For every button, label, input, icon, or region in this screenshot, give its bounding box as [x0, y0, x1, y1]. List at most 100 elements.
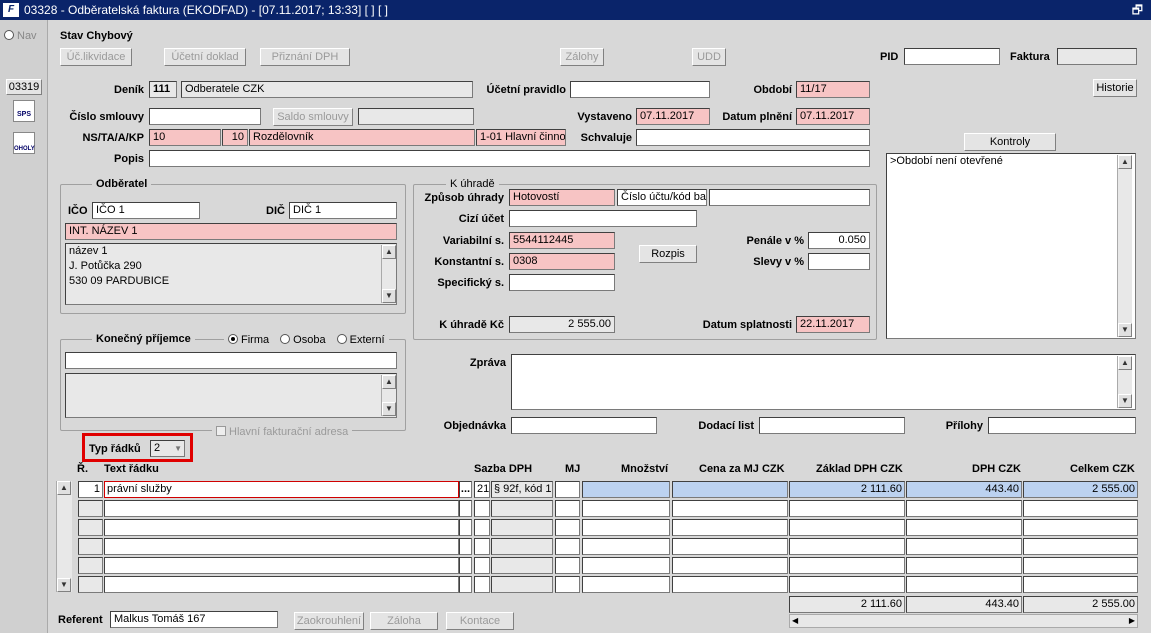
- radio-osoba[interactable]: Osoba: [280, 334, 326, 346]
- row1-zaklad[interactable]: 2 111.60: [789, 481, 905, 498]
- empty-cell[interactable]: [78, 519, 103, 536]
- empty-cell[interactable]: [459, 557, 472, 574]
- kontroly-button[interactable]: Kontroly: [964, 133, 1056, 151]
- empty-cell[interactable]: [104, 500, 459, 517]
- specificky-field[interactable]: [509, 274, 615, 291]
- empty-cell[interactable]: [78, 538, 103, 555]
- empty-cell[interactable]: [491, 557, 553, 574]
- empty-cell[interactable]: [1023, 557, 1138, 574]
- empty-cell[interactable]: [474, 500, 490, 517]
- address-field[interactable]: název 1 J. Potůčka 290 530 09 PARDUBICE: [65, 243, 397, 305]
- priznani-dph-button[interactable]: Přiznání DPH: [260, 48, 350, 66]
- scroll-down-icon[interactable]: ▼: [1118, 323, 1132, 337]
- empty-cell[interactable]: [789, 576, 905, 593]
- cislo-uctu-field[interactable]: Číslo účtu/kód bar: [617, 189, 707, 206]
- denik-code[interactable]: 111: [149, 81, 177, 98]
- empty-cell[interactable]: [582, 576, 670, 593]
- typ-radku-select[interactable]: 2 ▼: [150, 440, 185, 457]
- empty-cell[interactable]: [582, 538, 670, 555]
- prijemce-scrollbar[interactable]: ▲ ▼: [381, 375, 396, 416]
- kp-field[interactable]: 1-01 Hlavní činnos: [476, 129, 566, 146]
- restore-icon[interactable]: 🗗: [1132, 0, 1143, 20]
- ucetni-doklad-button[interactable]: Účetní doklad: [164, 48, 246, 66]
- cizi-ucet-field[interactable]: [509, 210, 697, 227]
- dic-field[interactable]: DIČ 1: [289, 202, 397, 219]
- empty-cell[interactable]: [104, 519, 459, 536]
- scroll-right-icon[interactable]: ▶: [1129, 615, 1135, 627]
- scroll-left-icon[interactable]: ◀: [792, 615, 798, 627]
- empty-cell[interactable]: [459, 500, 472, 517]
- ucetni-pravidlo-field[interactable]: [570, 81, 710, 98]
- empty-cell[interactable]: [459, 576, 472, 593]
- empty-cell[interactable]: [672, 519, 788, 536]
- empty-cell[interactable]: [789, 538, 905, 555]
- scroll-up-icon[interactable]: ▲: [1118, 356, 1132, 370]
- ns-field[interactable]: 10: [149, 129, 221, 146]
- rozpis-button[interactable]: Rozpis: [639, 245, 697, 263]
- empty-cell[interactable]: [1023, 576, 1138, 593]
- ico-field[interactable]: IČO 1: [92, 202, 200, 219]
- scroll-down-icon[interactable]: ▼: [1118, 394, 1132, 408]
- empty-cell[interactable]: [78, 576, 103, 593]
- zprava-scrollbar[interactable]: ▲ ▼: [1117, 356, 1132, 408]
- ta-field[interactable]: 10: [222, 129, 248, 146]
- objednavka-field[interactable]: [511, 417, 657, 434]
- empty-cell[interactable]: [1023, 519, 1138, 536]
- row1-celkem[interactable]: 2 555.00: [1023, 481, 1138, 498]
- empty-cell[interactable]: [555, 557, 580, 574]
- scroll-up-icon[interactable]: ▲: [382, 245, 396, 259]
- empty-cell[interactable]: [582, 519, 670, 536]
- pid-field[interactable]: [904, 48, 1000, 65]
- cislo-smlouvy-field[interactable]: [149, 108, 261, 125]
- scroll-down-icon[interactable]: ▼: [382, 402, 396, 416]
- zaloha-button[interactable]: Záloha: [370, 612, 438, 630]
- empty-cell[interactable]: [789, 500, 905, 517]
- empty-cell[interactable]: [491, 576, 553, 593]
- row1-text[interactable]: právní služby: [104, 481, 459, 498]
- zprava-field[interactable]: [511, 354, 1136, 410]
- empty-cell[interactable]: [672, 500, 788, 517]
- address-scrollbar[interactable]: ▲ ▼: [381, 245, 396, 303]
- empty-cell[interactable]: [1023, 500, 1138, 517]
- empty-cell[interactable]: [474, 557, 490, 574]
- empty-cell[interactable]: [474, 519, 490, 536]
- udd-button[interactable]: UDD: [692, 48, 726, 66]
- empty-cell[interactable]: [582, 500, 670, 517]
- historie-button[interactable]: Historie: [1093, 79, 1137, 97]
- empty-cell[interactable]: [104, 557, 459, 574]
- schvaluje-field[interactable]: [636, 129, 870, 146]
- row1-cena[interactable]: [672, 481, 788, 498]
- scroll-up-icon[interactable]: ▲: [1118, 155, 1132, 169]
- scroll-down-icon[interactable]: ▼: [382, 289, 396, 303]
- kontroly-scrollbar[interactable]: ▲ ▼: [1117, 155, 1132, 337]
- empty-cell[interactable]: [104, 576, 459, 593]
- vystaveno-field[interactable]: 07.11.2017: [636, 108, 710, 125]
- empty-cell[interactable]: [555, 519, 580, 536]
- empty-cell[interactable]: [491, 519, 553, 536]
- empty-cell[interactable]: [672, 557, 788, 574]
- konstantni-field[interactable]: 0308: [509, 253, 615, 270]
- popis-field[interactable]: [149, 150, 870, 167]
- empty-cell[interactable]: [672, 538, 788, 555]
- empty-cell[interactable]: [474, 538, 490, 555]
- slevy-field[interactable]: [808, 253, 870, 270]
- zalohy-button[interactable]: Zálohy: [560, 48, 604, 66]
- empty-cell[interactable]: [906, 538, 1022, 555]
- dodaci-field[interactable]: [759, 417, 905, 434]
- uc-likvidace-button[interactable]: Úč.likvidace: [60, 48, 132, 66]
- scroll-up-icon[interactable]: ▲: [382, 375, 396, 389]
- row1-mj[interactable]: [555, 481, 580, 498]
- int-nazev-field[interactable]: INT. NÁZEV 1: [65, 223, 397, 240]
- row1-mnozstvi[interactable]: [582, 481, 670, 498]
- nav-toggle[interactable]: Nav: [4, 30, 37, 42]
- empty-cell[interactable]: [459, 519, 472, 536]
- datum-splatnosti-field[interactable]: 22.11.2017: [796, 316, 870, 333]
- saldo-smlouvy-button[interactable]: Saldo smlouvy: [273, 108, 353, 126]
- zpusob-field[interactable]: Hotovostí: [509, 189, 615, 206]
- hlavni-fakturacni-adresa[interactable]: Hlavní fakturační adresa: [212, 425, 353, 439]
- empty-cell[interactable]: [906, 557, 1022, 574]
- zaokrouhleni-button[interactable]: Zaokrouhlení: [294, 612, 364, 630]
- row1-dph[interactable]: 443.40: [906, 481, 1022, 498]
- empty-cell[interactable]: [672, 576, 788, 593]
- empty-cell[interactable]: [906, 500, 1022, 517]
